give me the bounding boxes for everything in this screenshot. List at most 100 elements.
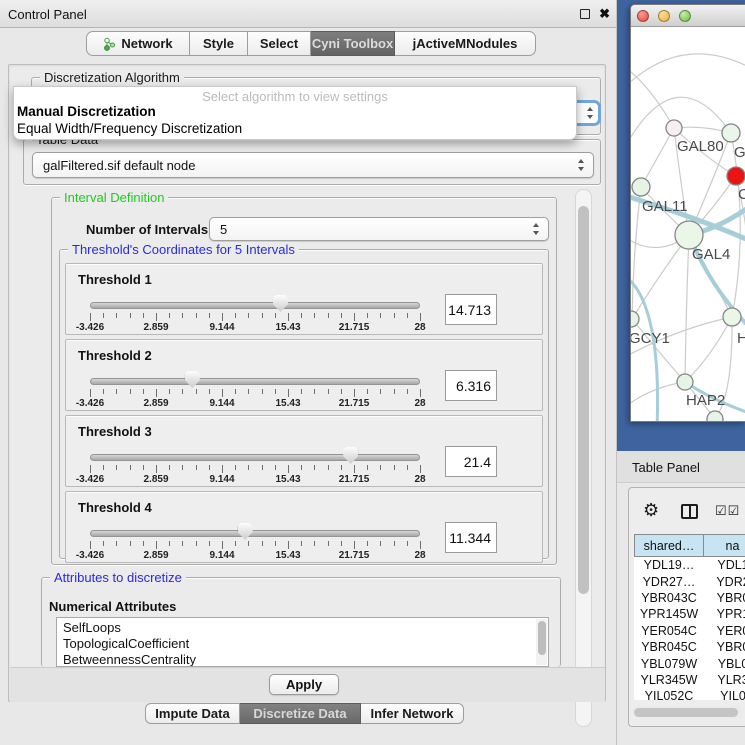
tab-infer-network[interactable]: Infer Network [361,703,464,724]
table-cell: YBR043C [634,590,704,606]
threshold-value-field[interactable]: 11.344 [445,522,497,553]
table-cell: YBR045C [634,639,704,655]
slider-tick-labels: -3.4262.8599.14415.4321.71528 [90,550,420,562]
numerical-attributes-label: Numerical Attributes [49,599,176,614]
tick-label: 15.43 [275,550,300,561]
threshold-label: Threshold 4 [78,500,152,515]
network-node-gcy1[interactable] [631,311,639,327]
tick-label: 9.144 [209,322,234,333]
attribute-item-topologicalcoefficient[interactable]: TopologicalCoefficient [63,636,548,652]
threshold-value-field[interactable]: 6.316 [445,370,497,401]
slider-thumb[interactable] [185,371,200,388]
minimize-traffic-light[interactable] [658,10,670,22]
network-node-hap2[interactable] [677,374,693,390]
panel-title: Control Panel [8,7,87,22]
algorithm-option-equal-width-frequency-discretization[interactable]: Equal Width/Frequency Discretization [17,121,242,136]
number-of-intervals-combobox[interactable]: 5 [209,217,549,241]
network-node-gal4[interactable] [675,221,703,249]
tick-label: -3.426 [76,398,104,409]
tick-label: 2.859 [143,322,168,333]
table-cell: YIL052C [634,688,704,700]
attribute-item-selfloops[interactable]: SelfLoops [63,620,548,636]
network-edge[interactable] [685,235,689,382]
tick-label: 9.144 [209,474,234,485]
table-row[interactable]: YBL079WYBL0 [634,655,745,671]
tick-label: 9.144 [209,550,234,561]
split-columns-icon[interactable] [681,504,698,519]
table-row[interactable]: YIL052CYIL0 [634,688,745,700]
tick-label: 21.715 [339,550,370,561]
network-canvas[interactable]: GAL80GACGAL11GAL4GCY1HHAP2 [631,27,745,422]
table-row[interactable]: YDR27…YDR2 [634,573,745,589]
table-row[interactable]: YLR345WYLR3 [634,672,745,688]
apply-button[interactable]: Apply [269,674,339,695]
table-row[interactable]: YBR045CYBR0 [634,639,745,655]
network-node-ga[interactable] [722,124,740,142]
network-edge[interactable] [631,54,745,87]
threshold-panel-4: Threshold 4-3.4262.8599.14415.4321.71528… [65,491,543,563]
column-header-2[interactable]: na [704,534,745,557]
table-row[interactable]: YBR043CYBR0 [634,590,745,606]
network-node-h[interactable] [723,308,741,326]
node-table: shared…na YDL19…YDL1YDR27…YDR2YBR043CYBR… [634,534,745,700]
table-data-combobox[interactable]: galFiltered.sif default node [32,152,594,178]
settings-scrollbar[interactable] [575,189,592,727]
threshold-value-field[interactable]: 14.713 [445,294,497,325]
slider-track[interactable] [90,454,420,461]
column-header-1[interactable]: shared… [634,534,704,557]
network-node-gal80[interactable] [666,120,682,136]
tick-label: 15.43 [275,322,300,333]
slider-thumb[interactable] [238,523,253,540]
table-row[interactable]: YDL19…YDL1 [634,557,745,573]
tick-label: 2.859 [143,550,168,561]
table-row[interactable]: YPR145WYPR1 [634,606,745,622]
node-label: H [737,330,745,347]
tab-network[interactable]: Network [86,31,190,56]
slider-tick-labels: -3.4262.8599.14415.4321.71528 [90,474,420,486]
threshold-value-field[interactable]: 21.4 [445,446,497,477]
table-row[interactable]: YER054CYER0 [634,623,745,639]
slider-track[interactable] [90,378,420,385]
tab-impute-data[interactable]: Impute Data [145,703,240,724]
slider-ticks [90,465,420,474]
threshold-label: Threshold 2 [78,348,152,363]
algorithm-option-manual-discretization[interactable]: Manual Discretization [17,104,156,119]
slider-track[interactable] [90,530,420,537]
slider-tick-labels: -3.4262.8599.14415.4321.71528 [90,322,420,334]
zoom-traffic-light[interactable] [679,10,691,22]
thresholds-group-label: Threshold's Coordinates for 5 Intervals [68,242,299,257]
slider-track[interactable] [90,302,420,309]
slider-thumb[interactable] [343,447,358,464]
network-node-gal11[interactable] [632,178,650,196]
attribute-item-betweennesscentrality[interactable]: BetweennessCentrality [63,652,548,667]
table-cell: YLR3 [704,672,745,688]
settings-container: Discretization Algorithm Table Data galF… [8,64,606,702]
tab-style[interactable]: Style [190,31,248,56]
tab-cyni-toolbox[interactable]: Cyni Toolbox [311,31,395,56]
attributes-listbox[interactable]: SelfLoopsTopologicalCoefficientBetweenne… [56,617,549,667]
gear-icon[interactable]: ⚙ [643,500,659,521]
network-node-c[interactable] [727,167,745,185]
network-edge[interactable] [632,319,685,382]
network-edge[interactable] [641,128,674,187]
tab-jactivemnodules[interactable]: jActiveMNodules [395,31,536,56]
network-icon [103,37,116,51]
close-traffic-light[interactable] [637,10,649,22]
float-window-icon[interactable] [580,9,590,19]
scrollbar-thumb[interactable] [578,206,589,594]
list-scrollbar[interactable] [536,619,547,665]
table-cell: YDL1 [704,557,745,573]
network-node[interactable] [707,411,723,422]
close-icon[interactable]: ✖ [599,6,610,22]
tab-discretize-data[interactable]: Discretize Data [240,703,361,724]
tick-label: 15.43 [275,398,300,409]
checkbox-icons[interactable]: ☑☑ [715,503,740,519]
network-edge[interactable] [632,187,641,319]
slider-thumb[interactable] [273,295,288,312]
tab-select[interactable]: Select [248,31,311,56]
table-hscrollbar[interactable] [632,706,744,718]
table-cell: YBL079W [634,655,704,671]
network-edge[interactable] [685,317,732,382]
table-cell: YBR0 [704,590,745,606]
slider-tick-labels: -3.4262.8599.14415.4321.71528 [90,398,420,410]
